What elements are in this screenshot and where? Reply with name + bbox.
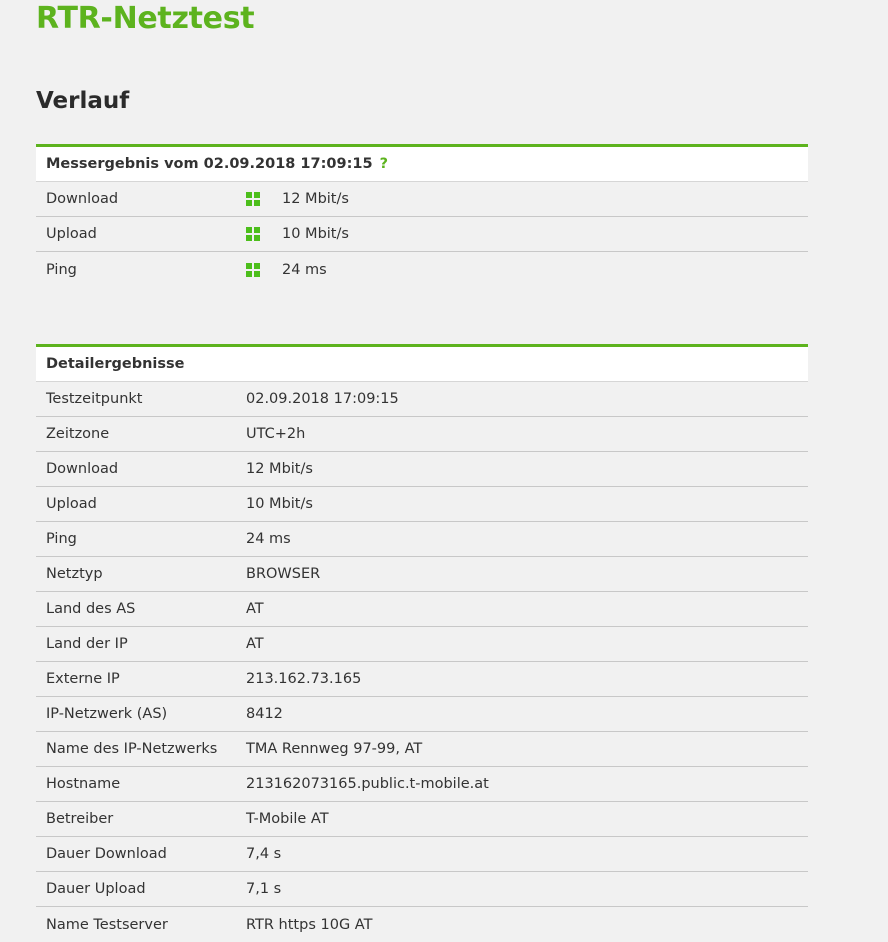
details-row: Dauer Upload 7,1 s bbox=[36, 872, 808, 907]
details-row-value: 213.162.73.165 bbox=[246, 671, 362, 687]
details-row-label: Hostname bbox=[46, 776, 121, 792]
details-row: Land des AS AT bbox=[36, 592, 808, 627]
details-row: Netztyp BROWSER bbox=[36, 557, 808, 592]
details-row-label: Ping bbox=[46, 531, 77, 547]
summary-row-label: Download bbox=[46, 191, 119, 207]
details-row-value: 24 ms bbox=[246, 531, 291, 547]
details-row-label: Dauer Download bbox=[46, 846, 167, 862]
details-row-value: 02.09.2018 17:09:15 bbox=[246, 391, 399, 407]
summary-row: Ping 24 ms bbox=[36, 252, 808, 287]
summary-table: Messergebnis vom 02.09.2018 17:09:15 ? D… bbox=[36, 144, 808, 287]
summary-title: Messergebnis vom 02.09.2018 17:09:15 bbox=[46, 156, 373, 172]
details-row: Dauer Download 7,4 s bbox=[36, 837, 808, 872]
details-row: Upload 10 Mbit/s bbox=[36, 487, 808, 522]
details-row: Externe IP 213.162.73.165 bbox=[36, 662, 808, 697]
details-row: Testzeitpunkt 02.09.2018 17:09:15 bbox=[36, 382, 808, 417]
summary-row-value-cell: 10 Mbit/s bbox=[246, 226, 808, 242]
details-row-label: Netztyp bbox=[46, 566, 103, 582]
details-row-label: IP-Netzwerk (AS) bbox=[46, 706, 168, 722]
details-row-value: AT bbox=[246, 636, 264, 652]
summary-row-value-cell: 24 ms bbox=[246, 262, 808, 278]
details-row-label: Testzeitpunkt bbox=[46, 391, 143, 407]
details-row: Land der IP AT bbox=[36, 627, 808, 662]
details-row-value: UTC+2h bbox=[246, 426, 306, 442]
details-table: Detailergebnisse Testzeitpunkt 02.09.2018… bbox=[36, 344, 808, 942]
details-row-label: Zeitzone bbox=[46, 426, 110, 442]
details-row-label: Land des AS bbox=[46, 601, 136, 617]
details-row-label: Download bbox=[46, 461, 119, 477]
details-row-label: Name des IP-Netzwerks bbox=[46, 741, 218, 757]
details-row-value: AT bbox=[246, 601, 264, 617]
details-row: Zeitzone UTC+2h bbox=[36, 417, 808, 452]
classification-green-icon bbox=[246, 192, 260, 206]
details-row-value: 7,4 s bbox=[246, 846, 282, 862]
summary-rows: Download 12 Mbit/s Upload 10 Mbit/s Ping 24 m… bbox=[36, 182, 808, 287]
details-row-value: BROWSER bbox=[246, 566, 321, 582]
summary-row: Upload 10 Mbit/s bbox=[36, 217, 808, 252]
details-row-value: RTR https 10G AT bbox=[246, 916, 373, 933]
page-heading: Verlauf bbox=[36, 88, 130, 114]
details-row: Hostname 213162073165.public.t-mobile.at bbox=[36, 767, 808, 802]
help-link[interactable]: ? bbox=[380, 156, 388, 172]
summary-row-value: 10 Mbit/s bbox=[282, 226, 349, 242]
details-row-label: Betreiber bbox=[46, 811, 114, 827]
details-row-label: Upload bbox=[46, 496, 97, 512]
details-row-label: Land der IP bbox=[46, 636, 128, 652]
summary-table-header: Messergebnis vom 02.09.2018 17:09:15 ? bbox=[36, 147, 808, 182]
summary-row-value-cell: 12 Mbit/s bbox=[246, 191, 808, 207]
details-row-label: Name Testserver bbox=[46, 916, 168, 933]
details-row-value: 8412 bbox=[246, 706, 283, 722]
details-row-value: 213162073165.public.t-mobile.at bbox=[246, 776, 489, 792]
summary-row-value: 12 Mbit/s bbox=[282, 191, 349, 207]
details-title: Detailergebnisse bbox=[46, 356, 185, 372]
summary-row-label: Ping bbox=[46, 261, 77, 278]
details-row: Download 12 Mbit/s bbox=[36, 452, 808, 487]
details-row-label: Dauer Upload bbox=[46, 881, 146, 897]
details-row-value: TMA Rennweg 97-99, AT bbox=[246, 741, 423, 757]
summary-row: Download 12 Mbit/s bbox=[36, 182, 808, 217]
details-row-value: 12 Mbit/s bbox=[246, 461, 313, 477]
details-row-value: T-Mobile AT bbox=[246, 811, 329, 827]
details-row-label: Externe IP bbox=[46, 671, 120, 687]
details-row: Ping 24 ms bbox=[36, 522, 808, 557]
details-row: IP-Netzwerk (AS) 8412 bbox=[36, 697, 808, 732]
details-rows: Testzeitpunkt 02.09.2018 17:09:15 Zeitzone… bbox=[36, 382, 808, 942]
details-row-value: 7,1 s bbox=[246, 881, 282, 897]
summary-row-label: Upload bbox=[46, 226, 97, 242]
details-row: Name des IP-Netzwerks TMA Rennweg 97-99, … bbox=[36, 732, 808, 767]
details-row-value: 10 Mbit/s bbox=[246, 496, 313, 512]
summary-row-value: 24 ms bbox=[282, 261, 327, 278]
classification-green-icon bbox=[246, 262, 260, 277]
details-row: Betreiber T-Mobile AT bbox=[36, 802, 808, 837]
classification-green-icon bbox=[246, 227, 260, 241]
site-title[interactable]: RTR-Netztest bbox=[36, 1, 255, 36]
details-table-header: Detailergebnisse bbox=[36, 347, 808, 382]
